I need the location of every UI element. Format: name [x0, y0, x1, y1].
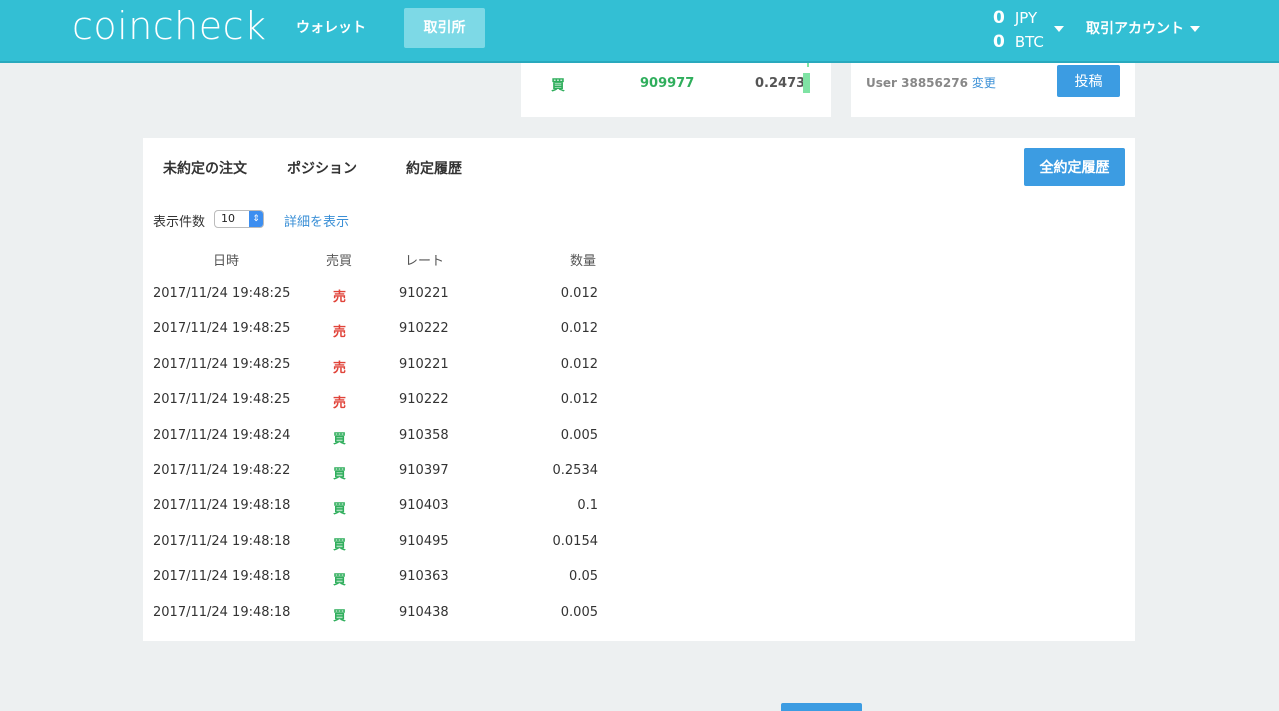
row-rate: 910495	[399, 533, 449, 549]
column-header-date: 日時	[213, 254, 240, 269]
all-history-button[interactable]: 全約定履歴	[1024, 148, 1125, 186]
balance-caret-down-icon[interactable]	[1054, 26, 1064, 32]
row-rate: 910221	[399, 286, 449, 301]
balance-btc-currency: BTC	[1014, 33, 1044, 51]
row-rate: 910222	[399, 321, 449, 337]
table-row: 2017/11/24 19:48:18 買 910438 0.005	[143, 595, 613, 630]
count-label: 表示件数	[153, 215, 206, 230]
nav-exchange[interactable]: 取引所	[404, 8, 485, 48]
count-select[interactable]: 10 ⇕	[214, 210, 264, 228]
tab-open-orders[interactable]: 未約定の注文	[163, 158, 247, 178]
row-date: 2017/11/24 19:48:18	[153, 533, 291, 549]
row-date: 2017/11/24 19:48:25	[153, 392, 291, 408]
nav-wallet[interactable]: ウォレット	[278, 8, 384, 48]
history-panel: 未約定の注文 ポジション 約定履歴 全約定履歴 表示件数 10 ⇕ 詳細を表示 …	[143, 138, 1135, 641]
row-side: 買	[333, 467, 347, 482]
account-caret-down-icon	[1190, 26, 1200, 32]
chat-user: User 38856276 変更	[866, 74, 996, 91]
row-date: 2017/11/24 19:48:18	[153, 604, 291, 620]
tab-trade-history[interactable]: 約定履歴	[406, 158, 462, 178]
orderbook-panel: 買 909977 0.2473	[521, 63, 831, 117]
row-amount: 0.005	[560, 604, 598, 620]
row-date: 2017/11/24 19:48:22	[153, 463, 291, 478]
row-rate: 910358	[399, 427, 449, 443]
row-date: 2017/11/24 19:48:18	[153, 498, 291, 514]
chat-user-name: User 38856276	[866, 76, 968, 90]
top-header: coincheck ウォレット 取引所 0 JPY 0 BTC 取引アカウント	[0, 0, 1279, 63]
row-side: 売	[333, 396, 347, 412]
tab-positions[interactable]: ポジション	[287, 158, 357, 178]
balance-btc: 0 BTC	[993, 30, 1044, 54]
row-side: 買	[333, 608, 347, 624]
row-date: 2017/11/24 19:48:25	[153, 356, 291, 372]
row-amount: 0.012	[560, 286, 598, 301]
column-header-amount: 数量	[570, 254, 597, 269]
row-rate: 910363	[399, 569, 449, 585]
orderbook-row-rate[interactable]: 909977	[640, 76, 694, 91]
bottom-button[interactable]	[781, 703, 862, 711]
orderbook-row-amount: 0.2473	[755, 76, 806, 91]
account-menu[interactable]: 取引アカウント	[1086, 18, 1200, 38]
table-row: 2017/11/24 19:48:18 買 910495 0.0154	[143, 524, 613, 559]
table-row: 2017/11/24 19:48:24 買 910358 0.005	[143, 418, 613, 453]
show-details-link[interactable]: 詳細を表示	[284, 211, 349, 230]
row-amount: 0.0154	[552, 533, 599, 549]
account-menu-label: 取引アカウント	[1086, 21, 1184, 37]
row-amount: 0.2534	[552, 463, 599, 478]
table-row: 2017/11/24 19:48:25 売 910221 0.012	[143, 347, 613, 382]
row-rate: 910438	[399, 604, 449, 620]
row-date: 2017/11/24 19:48:18	[153, 569, 291, 585]
row-date: 2017/11/24 19:48:25	[153, 321, 291, 337]
table-row: 2017/11/24 19:48:18 買 910363 0.05	[143, 559, 613, 594]
row-amount: 0.012	[560, 321, 598, 337]
row-rate: 910403	[399, 498, 449, 514]
coincheck-logo[interactable]: coincheck	[72, 4, 267, 48]
count-select-value: 10	[221, 212, 235, 225]
depth-bar	[803, 73, 810, 93]
balance-summary[interactable]: 0 JPY 0 BTC	[993, 6, 1044, 54]
row-side: 売	[333, 360, 347, 376]
row-rate: 910221	[399, 356, 449, 372]
row-amount: 0.012	[560, 392, 598, 408]
row-side: 買	[333, 431, 347, 447]
row-amount: 0.005	[560, 427, 598, 443]
orderbook-row-side: 買	[551, 78, 565, 94]
table-row: 2017/11/24 19:48:25 売 910222 0.012	[143, 382, 613, 417]
row-side: 売	[333, 290, 347, 305]
balance-jpy: 0 JPY	[993, 6, 1044, 30]
row-date: 2017/11/24 19:48:25	[153, 286, 291, 301]
row-side: 買	[333, 502, 347, 518]
select-spinner-icon: ⇕	[249, 211, 263, 227]
row-rate: 910397	[399, 463, 449, 478]
row-side: 売	[333, 325, 347, 341]
depth-bar-stub	[807, 63, 809, 67]
table-row: 2017/11/24 19:48:25 売 910222 0.012	[143, 311, 613, 346]
balance-jpy-currency: JPY	[1014, 9, 1038, 27]
row-amount: 0.012	[560, 356, 598, 372]
table-row: 2017/11/24 19:48:25 売 910221 0.012	[143, 276, 613, 311]
row-amount: 0.1	[577, 498, 598, 514]
column-header-side: 売買	[326, 254, 353, 269]
table-row: 2017/11/24 19:48:22 買 910397 0.2534	[143, 453, 613, 488]
row-amount: 0.05	[569, 569, 598, 585]
balance-btc-amount: 0	[993, 32, 1005, 52]
chat-change-link[interactable]: 変更	[972, 76, 996, 90]
post-button[interactable]: 投稿	[1057, 65, 1120, 97]
column-header-rate: レート	[405, 254, 445, 269]
row-side: 買	[333, 537, 347, 553]
balance-jpy-amount: 0	[993, 8, 1005, 28]
row-side: 買	[333, 573, 347, 589]
chat-panel: User 38856276 変更 投稿	[851, 63, 1135, 117]
row-rate: 910222	[399, 392, 449, 408]
table-row: 2017/11/24 19:48:18 買 910403 0.1	[143, 488, 613, 523]
row-date: 2017/11/24 19:48:24	[153, 427, 291, 443]
